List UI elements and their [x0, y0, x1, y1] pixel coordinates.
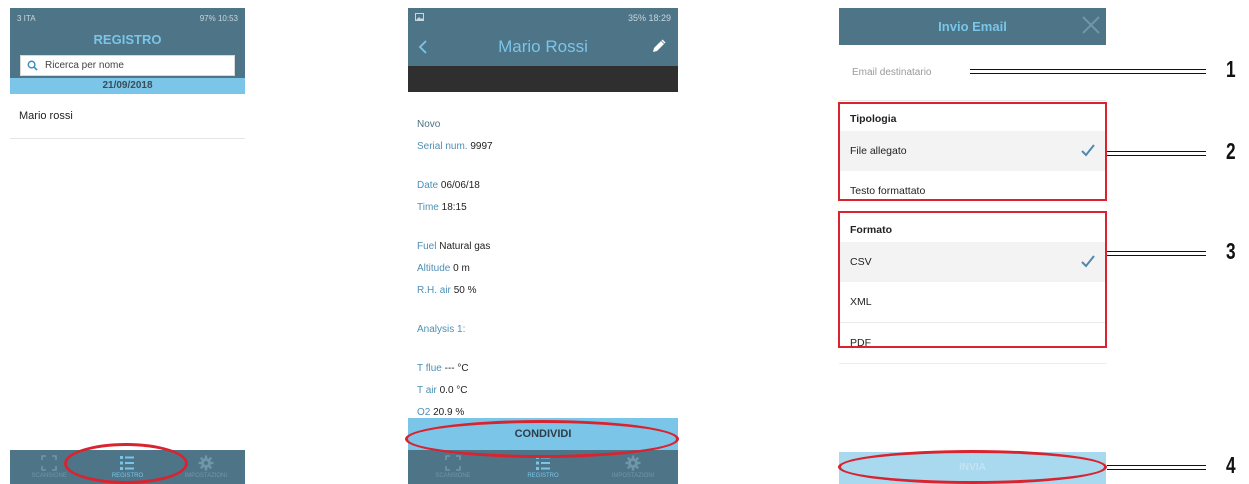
field-date: Date 06/06/18	[417, 175, 678, 197]
page-title: REGISTRO	[93, 32, 162, 47]
tab-label: IMPOSTAZIONI	[611, 473, 655, 479]
close-icon[interactable]	[1081, 15, 1101, 35]
detail-header: 35% 18:29 Mario Rossi	[408, 8, 678, 66]
tab-label: IMPOSTAZIONI	[184, 473, 228, 479]
status-battery-time: 97% 10:53	[199, 13, 238, 23]
field-value: Natural gas	[439, 241, 491, 252]
field-altitude: Altitude 0 m	[417, 258, 678, 280]
analysis-heading: Analysis 1:	[417, 324, 466, 335]
page-title: Mario Rossi	[498, 37, 588, 56]
field-time: Time 18:15	[417, 197, 678, 219]
field-label: R.H. air	[417, 285, 451, 296]
field-value: 0 m	[453, 263, 470, 274]
image-icon	[415, 13, 424, 23]
field-label: Fuel	[417, 241, 437, 252]
search-placeholder: Ricerca per nome	[45, 60, 124, 71]
callout-number: 2	[1226, 138, 1236, 164]
scan-icon	[445, 455, 461, 471]
field-label: Serial num.	[417, 141, 468, 152]
field-label: O2	[417, 407, 431, 418]
registro-header: 3 ITA 97% 10:53 REGISTRO Ricerca per nom…	[10, 8, 245, 78]
dark-bar	[408, 66, 678, 92]
callout-number: 1	[1226, 56, 1236, 82]
field-label: Date	[417, 180, 439, 191]
list-item[interactable]: Mario rossi	[10, 94, 245, 139]
callout-number: 3	[1226, 238, 1236, 264]
field-value: 0.0 °C	[439, 385, 468, 396]
device-name: Novo	[417, 119, 441, 130]
field-fuel: Fuel Natural gas	[417, 236, 678, 258]
field-t-flue: T flue --- °C	[417, 358, 678, 380]
detail-content: Novo Serial num. 9997 Date 06/06/18 Time…	[408, 92, 678, 424]
nav-bar: Mario Rossi	[408, 28, 678, 66]
date-header: 21/09/2018	[10, 78, 245, 94]
field-label: T air	[417, 385, 437, 396]
field-label: Altitude	[417, 263, 451, 274]
search-icon	[27, 60, 38, 71]
page-title: Invio Email	[938, 19, 1007, 34]
field-value: --- °C	[444, 363, 469, 374]
gear-icon	[625, 455, 641, 471]
highlight-box-formato	[838, 211, 1107, 348]
detail-screen: 35% 18:29 Mario Rossi Novo Serial num. 9…	[408, 8, 678, 484]
field-label: Time	[417, 202, 439, 213]
field-value: 18:15	[441, 202, 467, 213]
field-t-air: T air 0.0 °C	[417, 380, 678, 402]
status-bar: 35% 18:29	[408, 8, 678, 28]
callout-line-2	[1107, 151, 1206, 156]
field-serial: Serial num. 9997	[417, 136, 678, 158]
callout-number: 4	[1226, 452, 1236, 478]
field-rh-air: R.H. air 50 %	[417, 280, 678, 302]
callout-line-1	[970, 69, 1206, 74]
highlight-ellipse	[64, 443, 188, 484]
highlight-box-tipologia	[838, 102, 1107, 201]
status-carrier: 3 ITA	[17, 13, 36, 23]
tab-label: SCANSIONE	[31, 473, 67, 479]
highlight-ellipse	[405, 420, 679, 458]
invio-email-header: Invio Email	[839, 8, 1106, 45]
field-value: 50 %	[453, 285, 477, 296]
search-input[interactable]: Ricerca per nome	[20, 55, 235, 76]
field-value: 20.9 %	[433, 407, 465, 418]
scan-icon	[41, 455, 57, 471]
field-value: 9997	[470, 141, 493, 152]
status-bar: 3 ITA 97% 10:53	[10, 8, 245, 28]
callout-line-4	[1107, 465, 1206, 470]
tab-label: SCANSIONE	[435, 473, 471, 479]
pencil-icon[interactable]	[651, 39, 666, 54]
field-value: 06/06/18	[440, 180, 480, 191]
registro-screen: 3 ITA 97% 10:53 REGISTRO Ricerca per nom…	[10, 8, 245, 484]
gear-icon	[198, 455, 214, 471]
status-battery-time: 35% 18:29	[627, 13, 671, 23]
tab-label: REGISTRO	[527, 473, 559, 479]
field-label: T flue	[417, 363, 442, 374]
callout-line-3	[1107, 251, 1206, 256]
highlight-ellipse	[838, 450, 1107, 484]
